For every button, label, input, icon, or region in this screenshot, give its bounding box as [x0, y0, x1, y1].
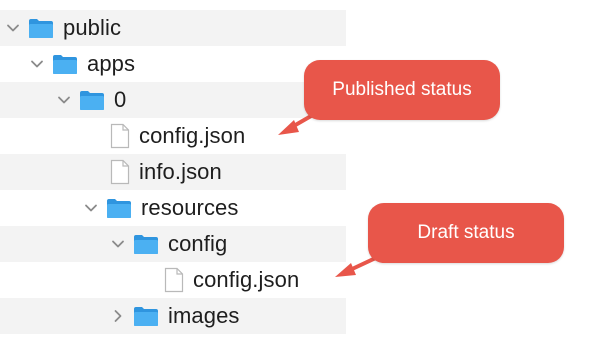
file-icon [164, 267, 184, 293]
file-icon [110, 123, 130, 149]
published-status-callout: Published status [304, 60, 500, 120]
chevron-right-icon[interactable] [111, 309, 125, 323]
tree-label: apps [87, 51, 136, 76]
chevron-down-icon[interactable] [6, 21, 20, 35]
tree-label: info.json [139, 159, 222, 184]
folder-icon [28, 18, 54, 39]
tree-label: resources [141, 195, 239, 220]
folder-icon [133, 306, 159, 327]
file-tree: public apps 0 config.json info.json reso… [0, 10, 346, 334]
chevron-down-icon[interactable] [57, 93, 71, 107]
chevron-down-icon[interactable] [84, 201, 98, 215]
tree-label: public [63, 15, 122, 40]
folder-icon [79, 90, 105, 111]
tree-label: 0 [114, 87, 127, 112]
tree-row-public[interactable]: public [0, 10, 346, 46]
tree-row-config-json-published[interactable]: config.json [0, 118, 346, 154]
tree-row-images[interactable]: images [0, 298, 346, 334]
folder-icon [52, 54, 78, 75]
tree-row-info-json[interactable]: info.json [0, 154, 346, 190]
tree-label: config.json [193, 267, 300, 292]
draft-status-callout: Draft status [368, 203, 564, 263]
tree-label: config [168, 231, 228, 256]
tree-label: config.json [139, 123, 246, 148]
tree-row-config-json-draft[interactable]: config.json [0, 262, 346, 298]
chevron-down-icon[interactable] [30, 57, 44, 71]
chevron-down-icon[interactable] [111, 237, 125, 251]
tree-row-0[interactable]: 0 [0, 82, 346, 118]
tree-row-apps[interactable]: apps [0, 46, 346, 82]
folder-icon [133, 234, 159, 255]
tree-row-config[interactable]: config [0, 226, 346, 262]
file-icon [110, 159, 130, 185]
tree-row-resources[interactable]: resources [0, 190, 346, 226]
folder-icon [106, 198, 132, 219]
tree-label: images [168, 303, 240, 328]
